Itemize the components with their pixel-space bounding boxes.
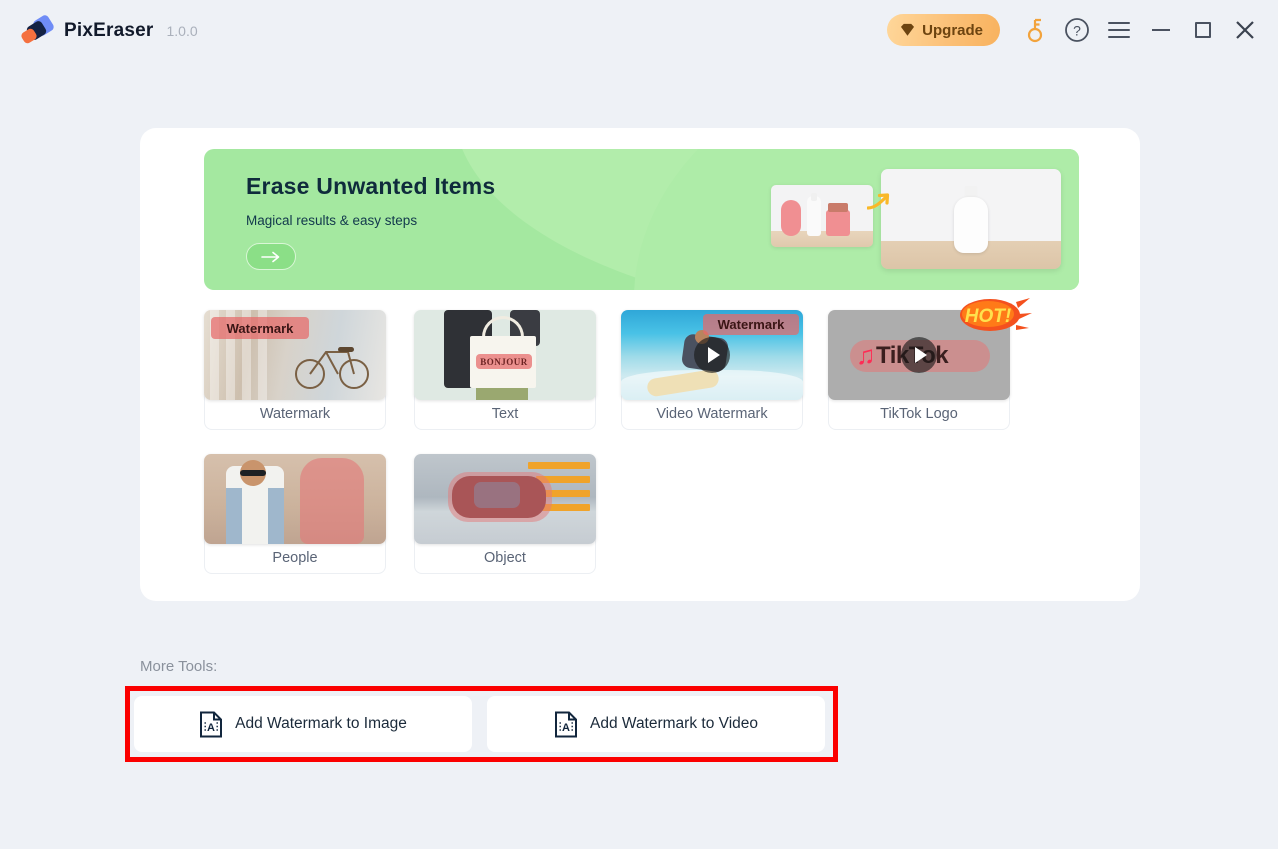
hamburger-menu-icon <box>1108 22 1130 38</box>
banner-title: Erase Unwanted Items <box>246 173 496 199</box>
menu-button[interactable] <box>1098 9 1140 51</box>
upgrade-button[interactable]: Upgrade <box>887 14 1000 46</box>
gem-icon <box>901 23 915 36</box>
close-button[interactable] <box>1224 9 1266 51</box>
after-photo <box>881 169 1061 269</box>
app-title: PixEraser <box>64 20 154 41</box>
banner-cta-button[interactable] <box>246 243 296 270</box>
window-controls: Upgrade ? <box>887 0 1278 60</box>
add-watermark-to-image-label: Add Watermark to Image <box>235 715 407 732</box>
tool-card-video-watermark[interactable]: Watermark Video Watermark <box>621 310 803 430</box>
tool-card-text[interactable]: BONJOUR Text <box>414 310 596 430</box>
app-brand: PixEraser 1.0.0 <box>19 13 198 46</box>
title-bar: PixEraser 1.0.0 Upgrade ? <box>0 0 1278 60</box>
main-content-card: Erase Unwanted Items Magical results & e… <box>140 128 1140 601</box>
maximize-button[interactable] <box>1182 9 1224 51</box>
watermark-document-icon: A <box>555 711 577 737</box>
add-watermark-to-image-button[interactable]: A Add Watermark to Image <box>134 696 472 752</box>
add-watermark-to-video-label: Add Watermark to Video <box>590 715 758 732</box>
minimize-button[interactable] <box>1140 9 1182 51</box>
watermark-overlay-text: Watermark <box>211 317 309 339</box>
tool-thumbnail <box>414 454 596 544</box>
svg-text:A: A <box>207 722 215 734</box>
banner-subtitle: Magical results & easy steps <box>246 213 418 228</box>
question-mark-icon: ? <box>1065 18 1089 42</box>
minimize-icon <box>1152 29 1170 31</box>
upgrade-label: Upgrade <box>922 21 983 39</box>
add-watermark-to-video-button[interactable]: A Add Watermark to Video <box>487 696 825 752</box>
app-version: 1.0.0 <box>166 23 198 39</box>
svg-text:A: A <box>562 722 570 734</box>
tool-thumbnail <box>204 454 386 544</box>
svg-text:?: ? <box>1073 23 1081 39</box>
tool-card-object[interactable]: Object <box>414 454 596 574</box>
tool-thumbnail: Watermark <box>621 310 803 400</box>
eraser-icon <box>19 13 56 46</box>
before-photo <box>771 185 873 247</box>
key-icon <box>1027 18 1043 43</box>
close-icon <box>1236 21 1254 39</box>
hot-badge-label: HOT! <box>965 306 1011 327</box>
tool-card-watermark[interactable]: Watermark Watermark <box>204 310 386 430</box>
maximize-icon <box>1195 22 1211 38</box>
help-button[interactable]: ? <box>1056 9 1098 51</box>
tool-card-tiktok-logo[interactable]: ♫ TikTok HOT! TikTok Logo <box>828 298 1032 430</box>
text-overlay-text: BONJOUR <box>476 354 532 369</box>
transform-arrow-icon <box>867 193 890 210</box>
arrow-right-icon <box>261 251 280 262</box>
tool-thumbnail: BONJOUR <box>414 310 596 400</box>
hot-badge: HOT! <box>960 298 1032 331</box>
tiktok-note-icon: ♫ <box>856 340 876 370</box>
more-tools-heading: More Tools: <box>140 658 218 675</box>
banner-before-after-images <box>771 169 1061 277</box>
bicycle-illustration <box>295 347 369 389</box>
tool-thumbnail: Watermark <box>204 310 386 400</box>
watermark-overlay-text: Watermark <box>703 314 799 335</box>
watermark-document-icon: A <box>200 711 223 737</box>
key-button[interactable] <box>1014 9 1056 51</box>
play-icon <box>901 337 937 373</box>
hero-banner[interactable]: Erase Unwanted Items Magical results & e… <box>204 149 1079 290</box>
tool-card-people[interactable]: People <box>204 454 386 574</box>
play-icon <box>694 337 730 373</box>
